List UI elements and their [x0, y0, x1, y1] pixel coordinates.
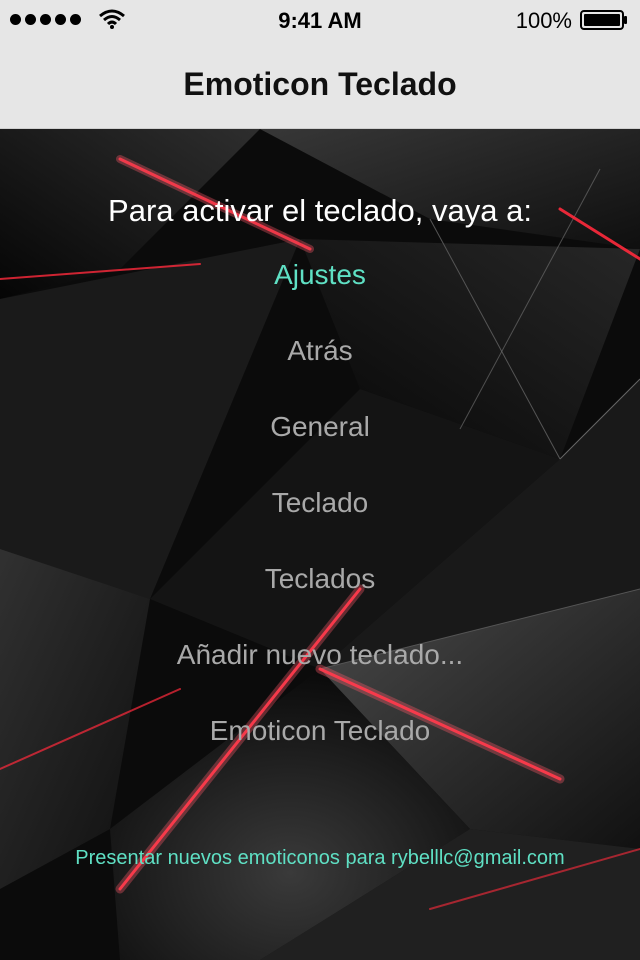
- step-teclados: Teclados: [264, 563, 376, 594]
- background-image: [0, 129, 640, 960]
- step-teclado: Teclado: [271, 487, 369, 518]
- main-content: Para activar el teclado, vaya a: Ajustes…: [0, 129, 640, 960]
- page-title: Emoticon Teclado: [183, 66, 457, 102]
- navigation-bar: Emoticon Teclado: [0, 40, 640, 129]
- step-ajustes[interactable]: Ajustes: [0, 259, 640, 291]
- instructions-intro: Para activar el teclado, vaya a:: [108, 193, 532, 228]
- step-general: General: [270, 411, 370, 442]
- step-anadir-nuevo-teclado: Añadir nuevo teclado...: [176, 639, 464, 670]
- step-atras: Atrás: [287, 335, 353, 366]
- submit-emoticons-link[interactable]: Presentar nuevos emoticonos para rybelll…: [0, 847, 640, 870]
- status-bar: 9:41 AM 100%: [0, 0, 640, 40]
- battery-icon: [580, 10, 627, 30]
- battery-percent: 100%: [515, 8, 572, 33]
- step-emoticon-teclado: Emoticon Teclado: [209, 715, 431, 746]
